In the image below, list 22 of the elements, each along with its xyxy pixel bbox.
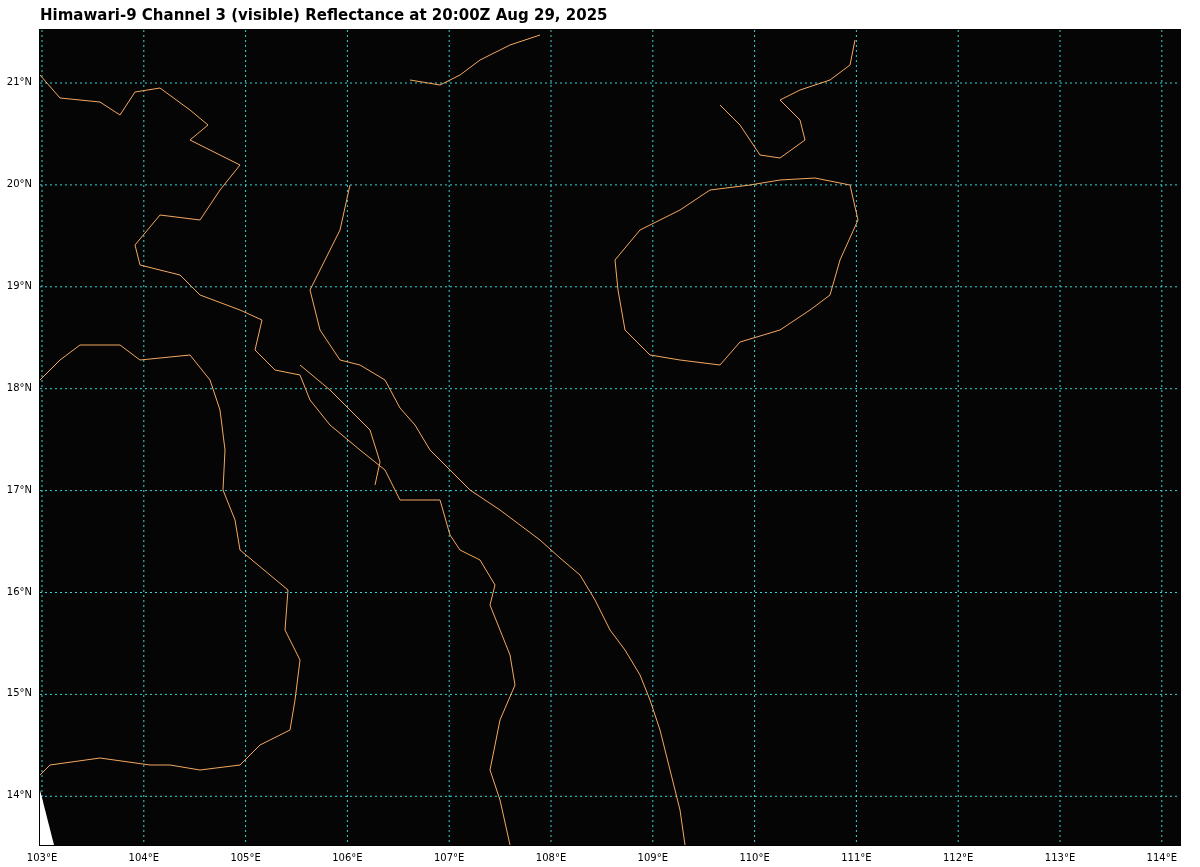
missing-data-wedge [40,790,54,845]
longitude-label: 111°E [840,852,873,863]
longitude-label: 105°E [229,852,262,863]
latitude-label: 20°N [6,177,32,189]
longitude-label: 114°E [1145,852,1178,863]
longitude-label: 110°E [738,852,771,863]
chart-title: Himawari-9 Channel 3 (visible) Reflectance at 20:00Z Aug 29, 2025 [40,6,608,24]
longitude-label: 112°E [942,852,975,863]
latitude-label: 19°N [6,279,32,291]
latitude-label: 16°N [6,585,32,597]
longitude-label: 108°E [534,852,568,863]
latitude-label: 14°N [6,789,32,801]
longitude-label: 103°E [25,852,59,863]
longitude-label: 113°E [1043,852,1077,863]
latitude-label: 15°N [6,687,32,699]
latitude-label: 17°N [6,483,32,495]
longitude-label: 107°E [433,852,466,863]
longitude-label: 104°E [127,852,160,863]
latitude-label: 18°N [6,381,32,393]
latitude-label: 21°N [6,76,32,87]
longitude-label: 106°E [331,852,364,863]
longitude-label: 109°E [636,852,669,863]
